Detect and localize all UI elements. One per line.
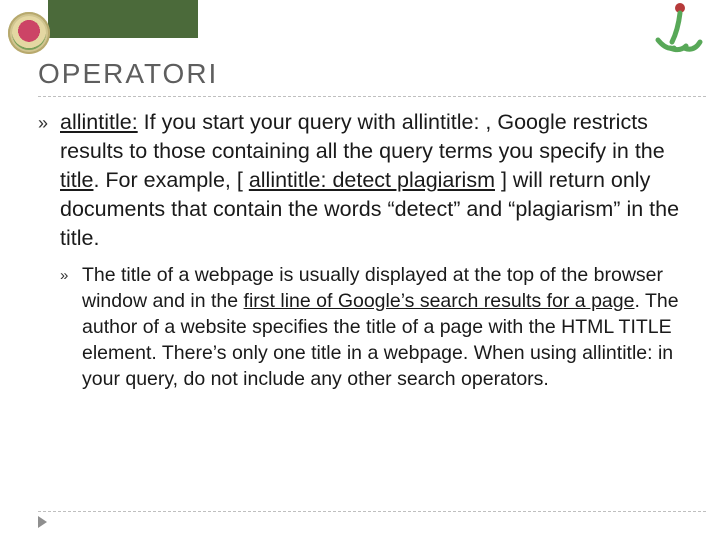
bullet-icon: » — [38, 108, 60, 135]
example-query: allintitle: detect plagiarism — [249, 168, 495, 192]
bullet-icon: » — [60, 263, 82, 286]
green-figure-logo — [650, 0, 706, 54]
footer-divider — [38, 511, 706, 512]
main-bullet: » allintitle: If you start your query wi… — [38, 108, 692, 253]
main-text-1: If you start your query with allintitle:… — [60, 110, 665, 163]
university-seal-logo — [8, 12, 50, 54]
sub-bullet-text: The title of a webpage is usually displa… — [82, 263, 692, 393]
sub-bullet-container: » The title of a webpage is usually disp… — [38, 263, 692, 393]
next-arrow-icon — [38, 516, 47, 528]
operator-keyword: allintitle: — [60, 110, 138, 134]
content-area: » allintitle: If you start your query wi… — [38, 108, 692, 403]
title-word: title — [60, 168, 93, 192]
main-bullet-text: allintitle: If you start your query with… — [60, 108, 692, 253]
title-divider — [38, 96, 706, 97]
google-results-link: first line of Google’s search results fo… — [244, 290, 635, 312]
main-text-2: . For example, [ — [93, 168, 248, 192]
header-accent-bar — [48, 0, 198, 38]
sub-bullet: » The title of a webpage is usually disp… — [60, 263, 692, 393]
slide-title: OPERATORI — [38, 58, 218, 90]
